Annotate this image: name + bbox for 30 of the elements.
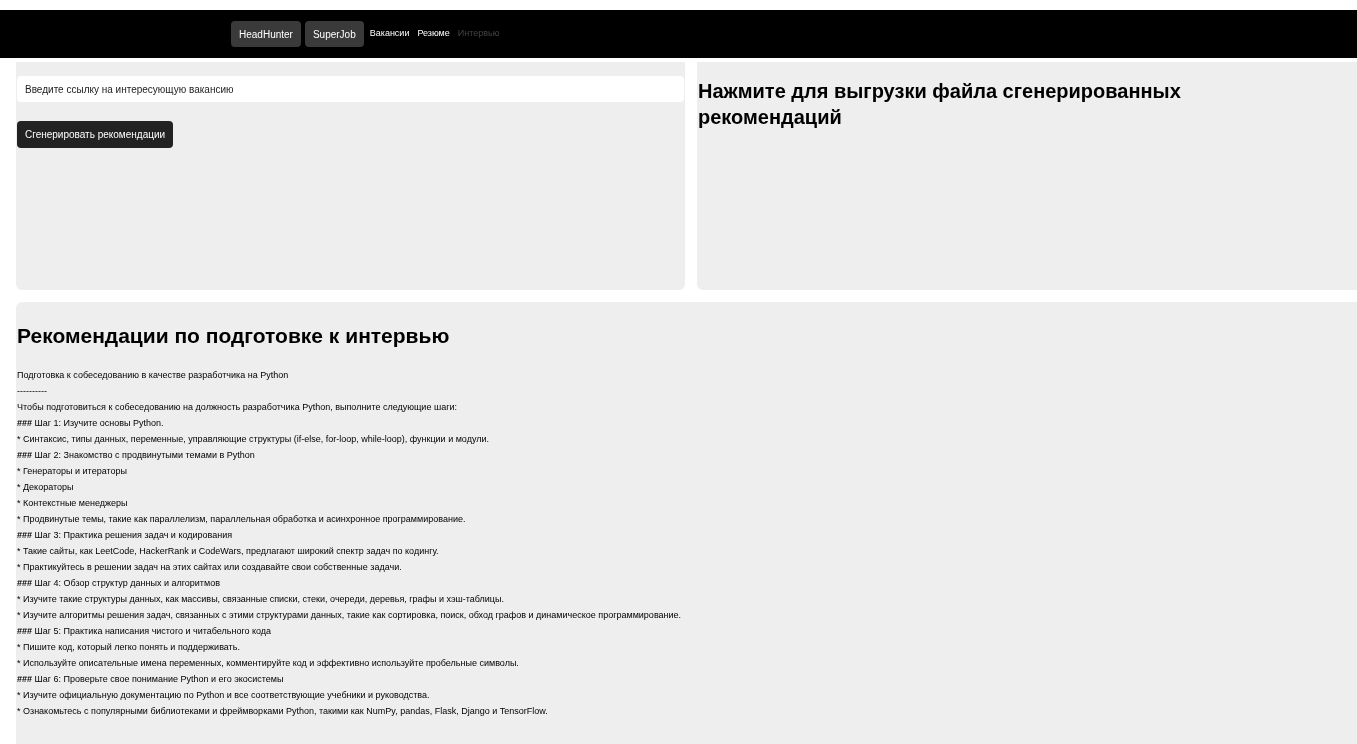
bullet-text: * Изучите такие структуры данных, как массивы, связанные списки, стеки, очереди, деревья, графы и хэш-таблицы. bbox=[17, 593, 504, 606]
step-heading: ### Шаг 2: Знакомство с продвинутыми темами в Python bbox=[17, 449, 255, 462]
step-heading: ### Шаг 5: Практика написания чистого и читабельного кода bbox=[17, 625, 272, 638]
nav-button[interactable]: SuperJob bbox=[304, 21, 364, 47]
url-input-field[interactable]: Введите ссылку на интересующую вакансию bbox=[17, 76, 684, 102]
nav-link[interactable]: Резюме bbox=[415, 27, 452, 41]
bullet-text: * Изучите алгоритмы решения задач, связанных с этими структурами данных, такие как сортировка, поиск, обход графов и динамическое программирование. bbox=[17, 609, 682, 622]
body-text: ---------- bbox=[17, 385, 47, 398]
nav-link[interactable]: Вакансии bbox=[367, 27, 412, 41]
bullet-text: * Генераторы и итераторы bbox=[17, 465, 127, 478]
bullet-text: * Продвинутые темы, такие как параллелизм, параллельная обработка и асинхронное программирование. bbox=[17, 513, 466, 526]
step-heading: ### Шаг 3: Практика решения задач и кодирования bbox=[17, 529, 233, 542]
generate-button[interactable]: Сгенерировать рекомендации bbox=[17, 121, 174, 148]
body-text: Чтобы подготовиться к собеседованию на должность разработчика Python, выполните следующие шаги: bbox=[17, 401, 457, 414]
step-heading: ### Шаг 6: Проверьте свое понимание Python и его экосистемы bbox=[17, 673, 284, 686]
nav-button[interactable]: HeadHunter bbox=[231, 21, 301, 47]
bullet-text: * Синтаксис, типы данных, переменные, управляющие структуры (if-else, for-loop, while-loop), функции и модули. bbox=[17, 433, 489, 446]
bullet-text: * Практикуйтесь в решении задач на этих сайтах или создавайте свои собственные задачи. bbox=[17, 561, 402, 574]
bullet-text: * Пишите код, который легко понять и поддерживать. bbox=[17, 641, 240, 654]
section-title: Рекомендации по подготовке к интервью bbox=[17, 323, 451, 349]
bullet-text: * Ознакомьтесь с популярными библиотеками и фреймворками Python, такими как NumPy, pandas, Flask, Django и TensorFlow. bbox=[17, 705, 548, 718]
step-heading: ### Шаг 1: Изучите основы Python. bbox=[17, 417, 164, 430]
body-text: Подготовка к собеседованию в качестве разработчика на Python bbox=[17, 369, 289, 382]
bullet-text: * Контекстные менеджеры bbox=[17, 497, 128, 510]
step-heading: ### Шаг 4: Обзор структур данных и алгоритмов bbox=[17, 577, 220, 590]
bullet-text: * Декораторы bbox=[17, 481, 74, 494]
bullet-text: * Такие сайты, как LeetCode, HackerRank и CodeWars, предлагают широкий спектр задач по кодингу. bbox=[17, 545, 439, 558]
bullet-text: * Изучите официальную документацию по Python и все соответствующие учебники и руководства. bbox=[17, 689, 430, 702]
bullet-text: * Используйте описательные имена переменных, комментируйте код и эффективно используйте пробельные символы. bbox=[17, 657, 519, 670]
download-link[interactable]: Нажмите для выгрузки файла сгенерированных рекомендаций bbox=[698, 78, 1258, 130]
